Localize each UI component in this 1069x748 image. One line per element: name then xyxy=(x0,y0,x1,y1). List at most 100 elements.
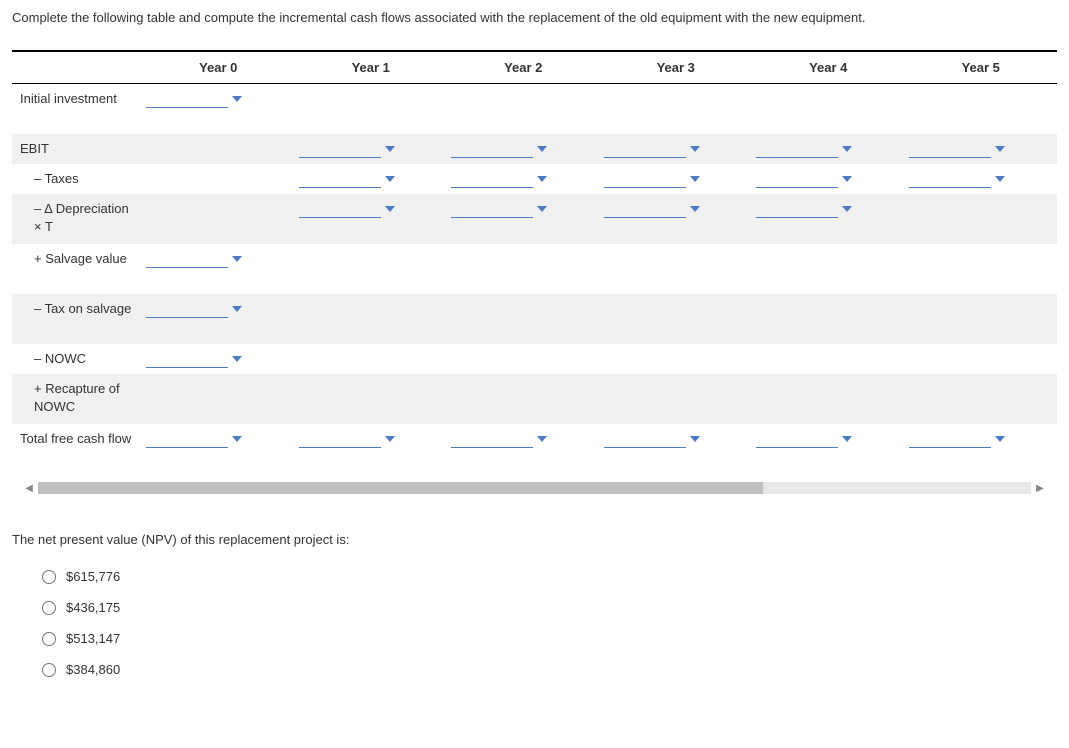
dropdown-input[interactable] xyxy=(756,200,901,218)
chevron-down-icon[interactable] xyxy=(842,146,852,152)
input-line[interactable] xyxy=(756,170,838,188)
input-line[interactable] xyxy=(146,350,228,368)
chevron-down-icon[interactable] xyxy=(690,176,700,182)
input-line[interactable] xyxy=(451,430,533,448)
dropdown-input[interactable] xyxy=(604,430,749,448)
npv-label-3[interactable]: $384,860 xyxy=(66,662,120,677)
input-line[interactable] xyxy=(909,430,991,448)
chevron-down-icon[interactable] xyxy=(690,146,700,152)
input-line[interactable] xyxy=(604,170,686,188)
input-line[interactable] xyxy=(146,430,228,448)
dropdown-input[interactable] xyxy=(146,90,291,108)
dropdown-input[interactable] xyxy=(756,140,901,158)
table-row: + Salvage value xyxy=(12,244,1057,294)
chevron-down-icon[interactable] xyxy=(232,356,242,362)
chevron-down-icon[interactable] xyxy=(537,146,547,152)
table-row: – NOWC xyxy=(12,344,1057,374)
dropdown-input[interactable] xyxy=(909,430,1054,448)
dropdown-input[interactable] xyxy=(146,300,291,318)
chevron-down-icon[interactable] xyxy=(232,96,242,102)
chevron-down-icon[interactable] xyxy=(537,206,547,212)
chevron-down-icon[interactable] xyxy=(232,306,242,312)
hscroll-left-icon[interactable]: ◀ xyxy=(20,479,38,497)
chevron-down-icon[interactable] xyxy=(690,436,700,442)
chevron-down-icon[interactable] xyxy=(842,206,852,212)
dropdown-input[interactable] xyxy=(604,200,749,218)
dropdown-input[interactable] xyxy=(146,250,291,268)
npv-label-1[interactable]: $436,175 xyxy=(66,600,120,615)
dropdown-input[interactable] xyxy=(604,140,749,158)
data-cell xyxy=(600,164,753,194)
chevron-down-icon[interactable] xyxy=(995,176,1005,182)
chevron-down-icon[interactable] xyxy=(385,436,395,442)
input-line[interactable] xyxy=(146,300,228,318)
dropdown-input[interactable] xyxy=(756,430,901,448)
npv-radio-group: $615,776 $436,175 $513,147 $384,860 xyxy=(12,569,1057,677)
input-line[interactable] xyxy=(299,430,381,448)
data-cell xyxy=(752,134,905,164)
input-line[interactable] xyxy=(146,250,228,268)
chevron-down-icon[interactable] xyxy=(385,206,395,212)
hscroll-bar[interactable]: ◀▶ xyxy=(20,479,1049,497)
dropdown-input[interactable] xyxy=(909,140,1054,158)
npv-option-1[interactable]: $436,175 xyxy=(42,600,1057,615)
dropdown-input[interactable] xyxy=(909,170,1054,188)
dropdown-input[interactable] xyxy=(146,430,291,448)
chevron-down-icon[interactable] xyxy=(537,436,547,442)
input-line[interactable] xyxy=(604,430,686,448)
data-cell xyxy=(600,344,753,374)
input-line[interactable] xyxy=(299,140,381,158)
data-cell xyxy=(905,424,1058,474)
dropdown-input[interactable] xyxy=(299,170,444,188)
hscroll-right-icon[interactable]: ▶ xyxy=(1031,479,1049,497)
dropdown-input[interactable] xyxy=(146,350,291,368)
chevron-down-icon[interactable] xyxy=(537,176,547,182)
npv-label-0[interactable]: $615,776 xyxy=(66,569,120,584)
chevron-down-icon[interactable] xyxy=(385,176,395,182)
hscroll-thumb[interactable] xyxy=(38,482,763,494)
input-line[interactable] xyxy=(909,170,991,188)
input-line[interactable] xyxy=(756,140,838,158)
npv-label-2[interactable]: $513,147 xyxy=(66,631,120,646)
npv-radio-3[interactable] xyxy=(42,663,56,677)
dropdown-input[interactable] xyxy=(299,140,444,158)
input-line[interactable] xyxy=(451,170,533,188)
npv-option-3[interactable]: $384,860 xyxy=(42,662,1057,677)
input-line[interactable] xyxy=(451,140,533,158)
input-line[interactable] xyxy=(604,200,686,218)
chevron-down-icon[interactable] xyxy=(690,206,700,212)
npv-radio-1[interactable] xyxy=(42,601,56,615)
row-label-cell: – Tax on salvage xyxy=(12,294,142,344)
input-line[interactable] xyxy=(909,140,991,158)
chevron-down-icon[interactable] xyxy=(385,146,395,152)
input-line[interactable] xyxy=(299,200,381,218)
data-cell xyxy=(600,194,753,244)
dropdown-input[interactable] xyxy=(299,200,444,218)
chevron-down-icon[interactable] xyxy=(995,146,1005,152)
dropdown-input[interactable] xyxy=(451,200,596,218)
npv-option-0[interactable]: $615,776 xyxy=(42,569,1057,584)
input-line[interactable] xyxy=(451,200,533,218)
chevron-down-icon[interactable] xyxy=(842,176,852,182)
dropdown-input[interactable] xyxy=(756,170,901,188)
dropdown-input[interactable] xyxy=(451,170,596,188)
npv-radio-2[interactable] xyxy=(42,632,56,646)
input-line[interactable] xyxy=(756,430,838,448)
dropdown-input[interactable] xyxy=(451,430,596,448)
chevron-down-icon[interactable] xyxy=(995,436,1005,442)
input-line[interactable] xyxy=(756,200,838,218)
data-cell xyxy=(600,84,753,134)
input-line[interactable] xyxy=(146,90,228,108)
input-line[interactable] xyxy=(299,170,381,188)
hscroll-track[interactable] xyxy=(38,482,1031,494)
data-cell xyxy=(295,244,448,294)
npv-option-2[interactable]: $513,147 xyxy=(42,631,1057,646)
dropdown-input[interactable] xyxy=(604,170,749,188)
dropdown-input[interactable] xyxy=(451,140,596,158)
npv-radio-0[interactable] xyxy=(42,570,56,584)
chevron-down-icon[interactable] xyxy=(232,436,242,442)
input-line[interactable] xyxy=(604,140,686,158)
chevron-down-icon[interactable] xyxy=(232,256,242,262)
chevron-down-icon[interactable] xyxy=(842,436,852,442)
dropdown-input[interactable] xyxy=(299,430,444,448)
